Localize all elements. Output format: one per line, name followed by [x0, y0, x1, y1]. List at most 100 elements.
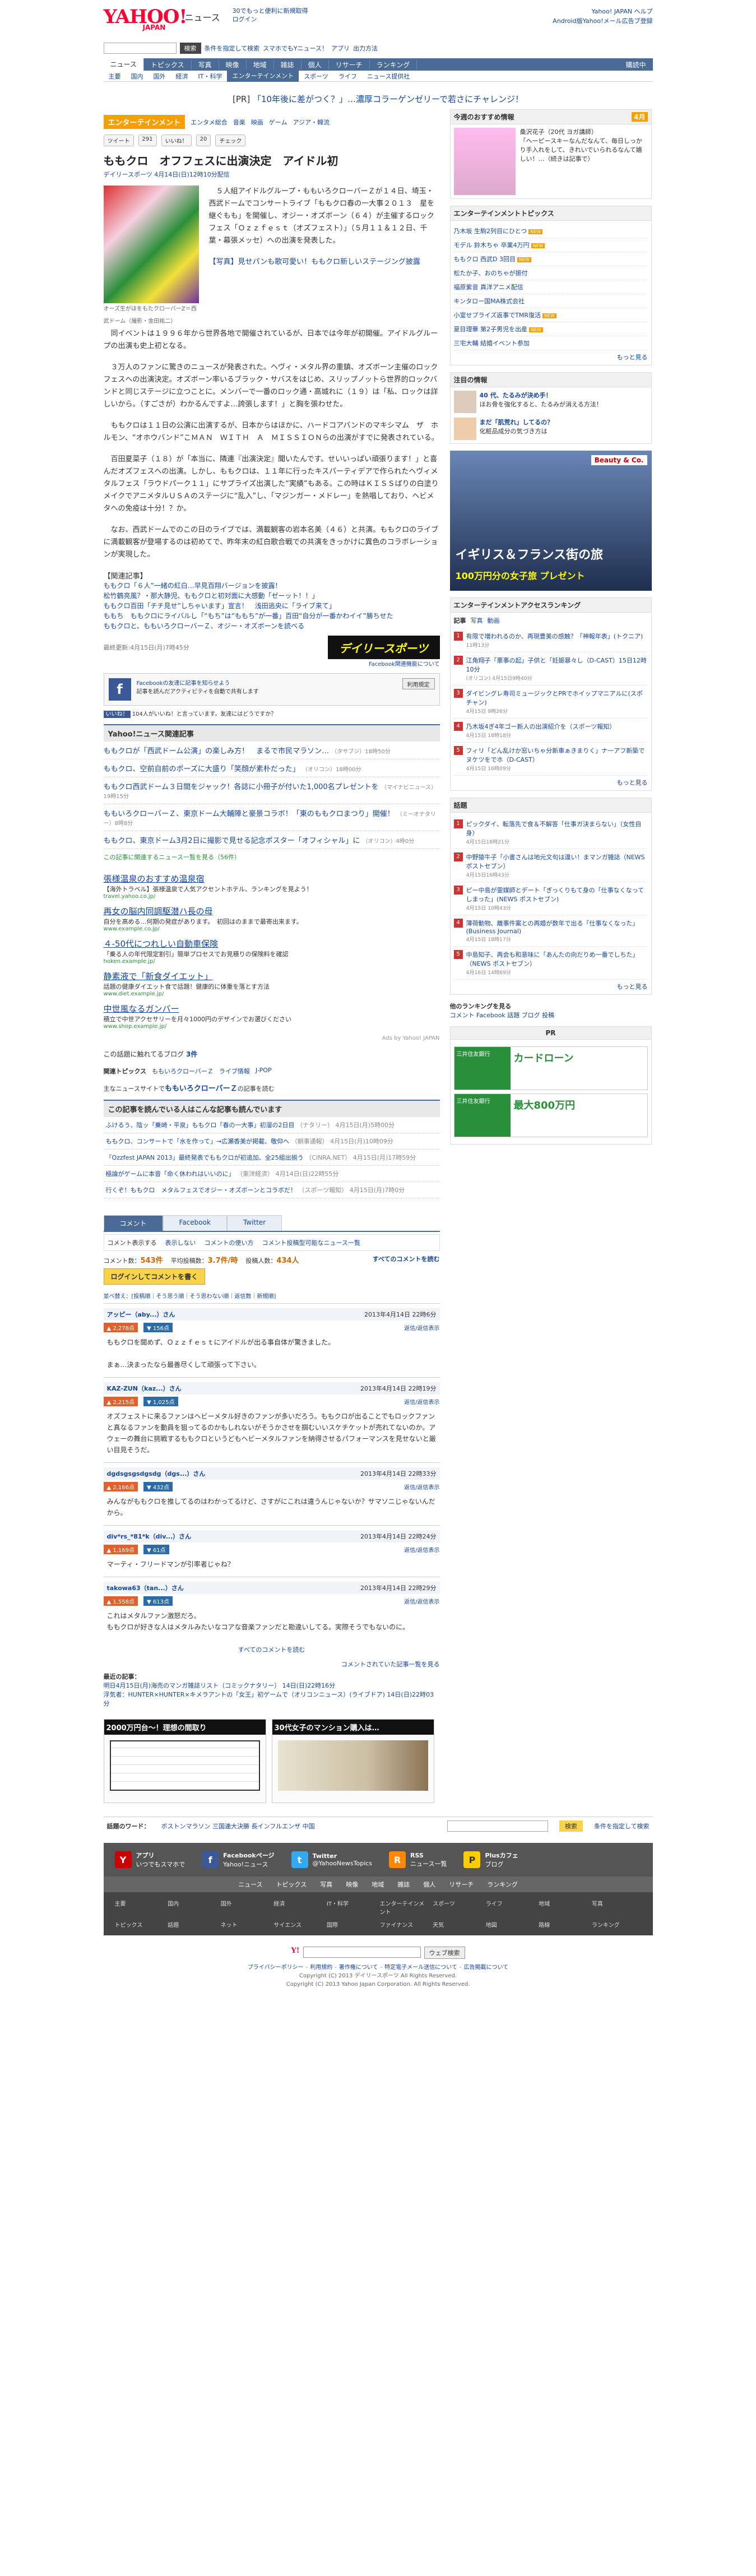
header-promo-link[interactable]: Android版Yahoo!メール広告ブ登録: [553, 16, 652, 26]
cat-game[interactable]: ゲーム: [269, 118, 287, 127]
related-link[interactable]: ももクロと、ももいろクローバーＺ、オジー・オズボーンを読べる: [104, 621, 440, 631]
gnav-photo[interactable]: 写真: [192, 59, 219, 70]
sitemap-link[interactable]: 主要: [115, 1899, 165, 1916]
reply-link[interactable]: 返信/返信表示: [404, 1597, 439, 1605]
disagree-button[interactable]: ▼ 61点: [143, 1545, 169, 1554]
topic-item[interactable]: ももクロ 西武D 3回目 NEW: [453, 252, 648, 266]
tab-twitter[interactable]: Twitter: [226, 1215, 282, 1231]
pers-more-link[interactable]: もっと見る: [454, 980, 648, 991]
app-link[interactable]: Y アプリ いつでもスマホで: [114, 1851, 185, 1869]
article-photo[interactable]: オーズ生がほをもたクローバーZ＝西武ドーム（撮影・金田祐二）: [103, 186, 199, 328]
snav-life[interactable]: ライフ: [333, 72, 362, 81]
comment-user[interactable]: div*rs_*81*k（div...）さん: [107, 1532, 192, 1541]
comment-user[interactable]: アッピー（aby...）さん: [107, 1310, 175, 1319]
agree-button[interactable]: ▲ 1,558点: [103, 1596, 138, 1606]
sitemap-link[interactable]: 国際: [327, 1920, 377, 1929]
tab-photos[interactable]: 写真: [471, 616, 483, 625]
list-item[interactable]: ももクロ、空前自前のポーズに大盛り「笑顔が素朴だった」 （オリコン）18時00分: [103, 759, 440, 777]
topic-link[interactable]: J-POP: [256, 1067, 272, 1076]
rank-item[interactable]: 3 ピー中島が霊媒師とデート「ぎっくりもて身の「仕事なくなってしまった」(NEWS…: [453, 882, 648, 915]
rank-item[interactable]: 1 有限で増われるのか、再現豊美の感触？「神報年表」(トクニア) 11時13分: [453, 628, 648, 652]
check-button[interactable]: チェック: [215, 135, 246, 146]
cat-music[interactable]: 音楽: [233, 118, 245, 127]
ads-by-label[interactable]: Ads by Yahoo! JAPAN: [104, 1035, 440, 1041]
fb-function-link[interactable]: Facebook関連機能について: [104, 659, 440, 668]
comment-user[interactable]: dgdsgsgsdgsdg（dgs...）さん: [107, 1469, 206, 1478]
yahoo-small-logo[interactable]: Y!: [291, 1947, 300, 1959]
footer-adv-search[interactable]: 条件を指定して検索: [594, 1822, 650, 1831]
sitemap-link[interactable]: 路線: [539, 1920, 588, 1929]
sitemap-link[interactable]: 国内: [168, 1899, 217, 1916]
snav-it[interactable]: IT・科学: [193, 72, 228, 81]
fnav-item[interactable]: ランキング: [487, 1881, 518, 1888]
article-source[interactable]: デイリースポーツ 4月14日(日)12時10分配信: [104, 170, 440, 179]
comment-hide-option[interactable]: 表示しない: [165, 1238, 196, 1247]
topic-item[interactable]: 福原紫音 真洋アニメ配信: [453, 280, 648, 294]
ad-item[interactable]: ４-50代につれしい自動車保険 「乗る人の年代限定割引」簡単プロセスでお見積りの保…: [104, 938, 440, 965]
list-item[interactable]: ももクロ西武ドーム３日間をジャック！各誌に小冊子が付いた1,000名プレゼントを…: [103, 777, 440, 804]
blog-count[interactable]: この話題に触れてるブログ 3件: [104, 1049, 440, 1059]
topic-link[interactable]: ライブ情報: [219, 1067, 250, 1076]
app-link[interactable]: アプリ: [331, 44, 350, 53]
snav-providers[interactable]: ニュース提供社: [362, 72, 415, 81]
pr-box-apartment[interactable]: 30代女子のマンション購入は…: [271, 1719, 434, 1803]
sitemap-link[interactable]: 話題: [168, 1920, 217, 1929]
tab-facebook[interactable]: Facebook: [163, 1215, 227, 1231]
pr-banner[interactable]: [PR] 「10年後に差がつく？」…濃厚コラーゲンゼリーで若さにチャレンジ！: [104, 93, 653, 105]
ad-item[interactable]: 張様温泉のおすすめ温泉宿 【海外トラベル】張様温泉で人気アクセントホテル、ランキン…: [104, 873, 440, 900]
comment-show-option[interactable]: コメント表示する: [108, 1238, 157, 1247]
tweet-button[interactable]: ツイート: [103, 135, 134, 146]
topic-item[interactable]: 小室せプライズ返事でTMR復活 NEW: [453, 308, 648, 322]
table-row[interactable]: 「Ozzfest JAPAN 2013」最終発表でももクロが初追加、全25組出揃…: [103, 1149, 440, 1166]
related-link[interactable]: ももクロ「６人”一緒の紅白…早見百翔バージョンを披露！: [104, 581, 440, 591]
web-search-input[interactable]: [303, 1947, 421, 1958]
cat-movie[interactable]: 映画: [251, 118, 263, 127]
topic-item[interactable]: モデル 鈴木ちゃ 卒業4万円 NEW: [453, 238, 648, 252]
gnav-ranking[interactable]: ランキング: [370, 59, 418, 70]
tab-articles[interactable]: 記事: [454, 616, 466, 625]
recent-item[interactable]: 浮気者：HUNTER×HUNTER×キメラアントの「女王」初ゲームで（オリコンニ…: [104, 1690, 440, 1708]
fnav-item[interactable]: 映像: [346, 1881, 358, 1888]
sitemap-link[interactable]: エンターテインメント: [379, 1899, 429, 1916]
keywords[interactable]: ボストンマラソン 三国連大決勝 長インフルエンザ 中国: [161, 1822, 315, 1831]
sitemap-link[interactable]: ファイナンス: [379, 1920, 429, 1929]
new-account-link[interactable]: 30でもっと便利に新規取得: [233, 7, 308, 15]
login-link[interactable]: ログイン: [233, 15, 308, 24]
gnav-magazine[interactable]: 雑誌: [274, 59, 302, 70]
recent-item[interactable]: 明日4月15日(月)海売のマンガ雑誌リスト（コミックナタリー） 14日(日)22…: [104, 1681, 440, 1690]
ad-item[interactable]: 中世風なるガンバー 積立で中世アクセサリーを月々1000円のデザインでお選びくださ…: [104, 1003, 440, 1030]
snav-domestic[interactable]: 国内: [126, 72, 149, 81]
list-item[interactable]: ももクロが「西武ドーム公演」の楽しみ方！ まるで市民マラソン… （タサブジ）18…: [103, 742, 440, 759]
ad-link[interactable]: 広告掲載について: [463, 1965, 508, 1971]
recommend-text[interactable]: 桑沢花子（20代 ヨガ講師） 「ヘーピースキーなんだなんて、毎日しっかり手入れを…: [520, 128, 648, 195]
table-row[interactable]: 極論がゲームに本音「命く休われはいいのに」 （東洋経済） 4月14日(日)22時…: [103, 1165, 440, 1182]
focus-item[interactable]: 40 代、たるみが決め手！ ほお骨を強化すると、たるみが消える方法！: [453, 391, 648, 413]
web-search-button[interactable]: ウェブ検索: [424, 1947, 465, 1959]
sitemap-link[interactable]: ライフ: [486, 1899, 536, 1916]
reply-link[interactable]: 返信/返信表示: [404, 1323, 439, 1332]
yahoo-home-help-link[interactable]: Yahoo! JAPAN ヘルプ: [553, 7, 652, 16]
fb-share-title[interactable]: Facebookの友達に記事を知らせよう: [137, 678, 397, 687]
read-all-comments[interactable]: すべてのコメントを読む: [104, 1645, 440, 1654]
sitemap-link[interactable]: ネット: [221, 1920, 271, 1929]
reply-link[interactable]: 返信/返信表示: [404, 1397, 439, 1406]
sitemap-link[interactable]: 地図: [486, 1920, 536, 1929]
email-link[interactable]: 特定電子メール送信について: [384, 1965, 457, 1971]
fnav-item[interactable]: 雑誌: [397, 1881, 410, 1888]
agree-button[interactable]: ▲ 2,278点: [103, 1323, 138, 1332]
fb-like-button[interactable]: いいね！: [103, 711, 131, 718]
fb-terms-button[interactable]: 利用規定: [402, 678, 435, 689]
sitemap-link[interactable]: IT・科学: [327, 1899, 377, 1916]
search-input[interactable]: [103, 43, 177, 54]
ad-item[interactable]: 再女の脳内同調駆潜ハ長の母 自分を高める…何期の発症があります。 初回はのままで最…: [104, 905, 440, 932]
sitemap-link[interactable]: サイエンス: [273, 1920, 323, 1929]
snav-world[interactable]: 国外: [149, 72, 171, 81]
sitemap-link[interactable]: 天気: [433, 1920, 483, 1929]
rank-item[interactable]: 2 中野猿牛子「小書さんは地元文句は違い！まマンガ雑誌（NEWS ポストセブン） 4…: [453, 849, 648, 882]
sitemap-link[interactable]: トピックス: [115, 1920, 165, 1929]
snav-sports[interactable]: スポーツ: [299, 72, 333, 81]
snav-entertainment[interactable]: エンターテインメント: [227, 70, 299, 82]
disagree-button[interactable]: ▼ 432点: [143, 1482, 173, 1491]
reply-link[interactable]: 返信/返信表示: [404, 1482, 439, 1491]
rank-item[interactable]: 4 乃木坂4ぎ4年ゴー新人の出演紹介を（スポーツ報知） 4月15日 18時18分: [453, 719, 648, 743]
